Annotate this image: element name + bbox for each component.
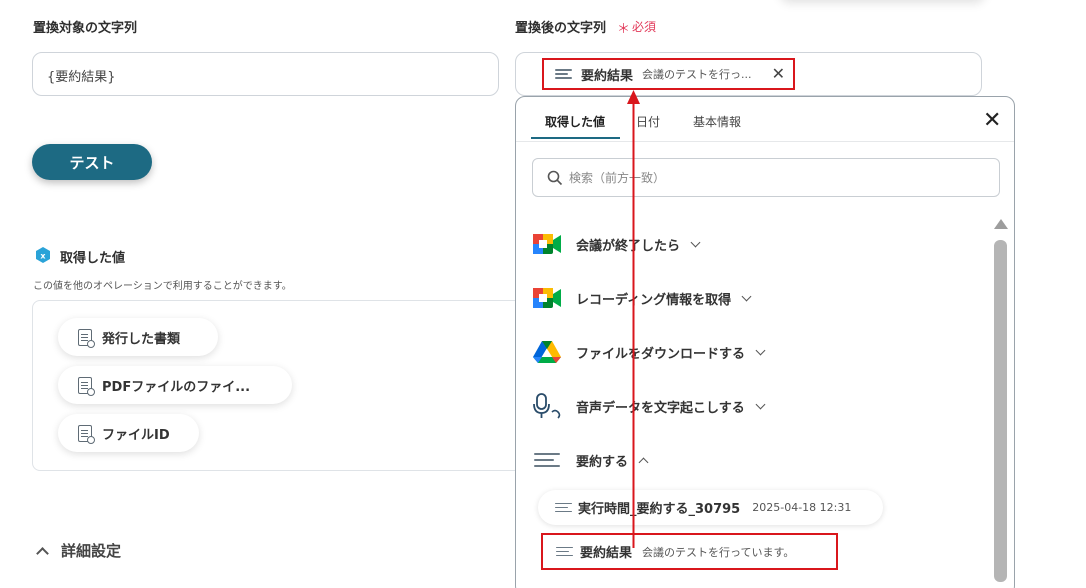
target-string-label: 置換後の文字列	[515, 21, 607, 36]
source-string-label: 置換対象の文字列	[33, 21, 138, 36]
remove-icon[interactable]: ✕	[772, 66, 785, 82]
value-chip-label: PDFファイルのファイ...	[102, 379, 251, 395]
selected-value-chip[interactable]: 要約結果 会議のテストを行っ... ✕	[542, 58, 795, 90]
tab-acquired-values[interactable]: 取得した値	[545, 113, 605, 130]
source-string-value: {要約結果}	[47, 70, 116, 85]
value-chip[interactable]: PDFファイルのファイ...	[58, 366, 292, 404]
document-icon	[78, 376, 95, 396]
required-mark: ＊	[617, 22, 631, 37]
advanced-settings-toggle[interactable]: 詳細設定	[36, 540, 122, 561]
yoom-value-icon: x	[34, 246, 52, 264]
selected-value-name: 要約結果	[581, 68, 634, 84]
value-chip[interactable]: ファイルID	[58, 414, 199, 452]
selected-value-preview: 会議のテストを行っ...	[642, 68, 752, 81]
value-chip-label: 発行した書類	[102, 331, 181, 347]
list-item[interactable]: 実行時間_要約する_30795 2025-04-18 12:31	[538, 490, 883, 525]
search-placeholder: 検索（前方一致）	[569, 171, 666, 185]
list-item-highlighted[interactable]: 要約結果 会議のテストを行っています。	[541, 533, 838, 570]
item-value: 会議のテストを行っています。	[642, 545, 795, 559]
lines-icon	[534, 452, 560, 468]
values-note: この値を他のオペレーションで利用することができます。	[33, 281, 292, 292]
chevron-down-icon	[755, 345, 766, 355]
group-meeting-ended[interactable]: 会議が終了したら	[532, 229, 701, 259]
document-icon	[78, 328, 95, 348]
values-title: 取得した値	[60, 251, 126, 266]
item-value: 2025-04-18 12:31	[752, 501, 852, 514]
close-icon[interactable]: ✕	[983, 110, 1001, 132]
group-label: ファイルをダウンロードする	[576, 346, 746, 362]
chevron-up-icon	[36, 547, 49, 560]
group-label: 音声データを文字起こしする	[576, 400, 745, 416]
google-meet-icon	[533, 288, 561, 308]
svg-text:x: x	[40, 252, 46, 261]
search-icon	[547, 170, 563, 185]
google-drive-icon	[533, 341, 561, 363]
lines-icon	[555, 502, 572, 514]
annotation-arrow	[627, 90, 640, 548]
active-tab-indicator	[531, 137, 620, 139]
lines-icon	[556, 546, 573, 558]
required-label: 必須	[632, 20, 657, 34]
document-icon	[78, 424, 95, 444]
test-button[interactable]: テスト	[32, 144, 152, 180]
advanced-settings-label: 詳細設定	[61, 542, 122, 560]
tab-basic-info[interactable]: 基本情報	[693, 113, 741, 130]
group-label: レコーディング情報を取得	[576, 292, 732, 308]
google-meet-icon	[533, 234, 561, 254]
value-picker-dropdown: 取得した値 日付 基本情報 ✕ 検索（前方一致） 会議が終了したら レコーディン…	[515, 96, 1015, 588]
lines-icon	[555, 68, 572, 80]
value-chip-label: ファイルID	[102, 427, 170, 443]
chevron-down-icon	[741, 291, 752, 301]
required-badge: ＊ 必須	[617, 18, 656, 37]
scroll-up-arrow[interactable]	[994, 219, 1008, 229]
chevron-down-icon	[690, 237, 701, 247]
source-string-input[interactable]: {要約結果}	[32, 52, 499, 96]
scrollbar-thumb[interactable]	[994, 240, 1007, 582]
microphone-icon	[533, 393, 561, 419]
item-name: 実行時間_要約する_30795	[578, 502, 741, 517]
value-chip[interactable]: 発行した書類	[58, 318, 218, 356]
tabs-divider	[516, 141, 1014, 142]
search-input[interactable]: 検索（前方一致）	[532, 158, 1000, 197]
chevron-down-icon	[755, 399, 766, 409]
